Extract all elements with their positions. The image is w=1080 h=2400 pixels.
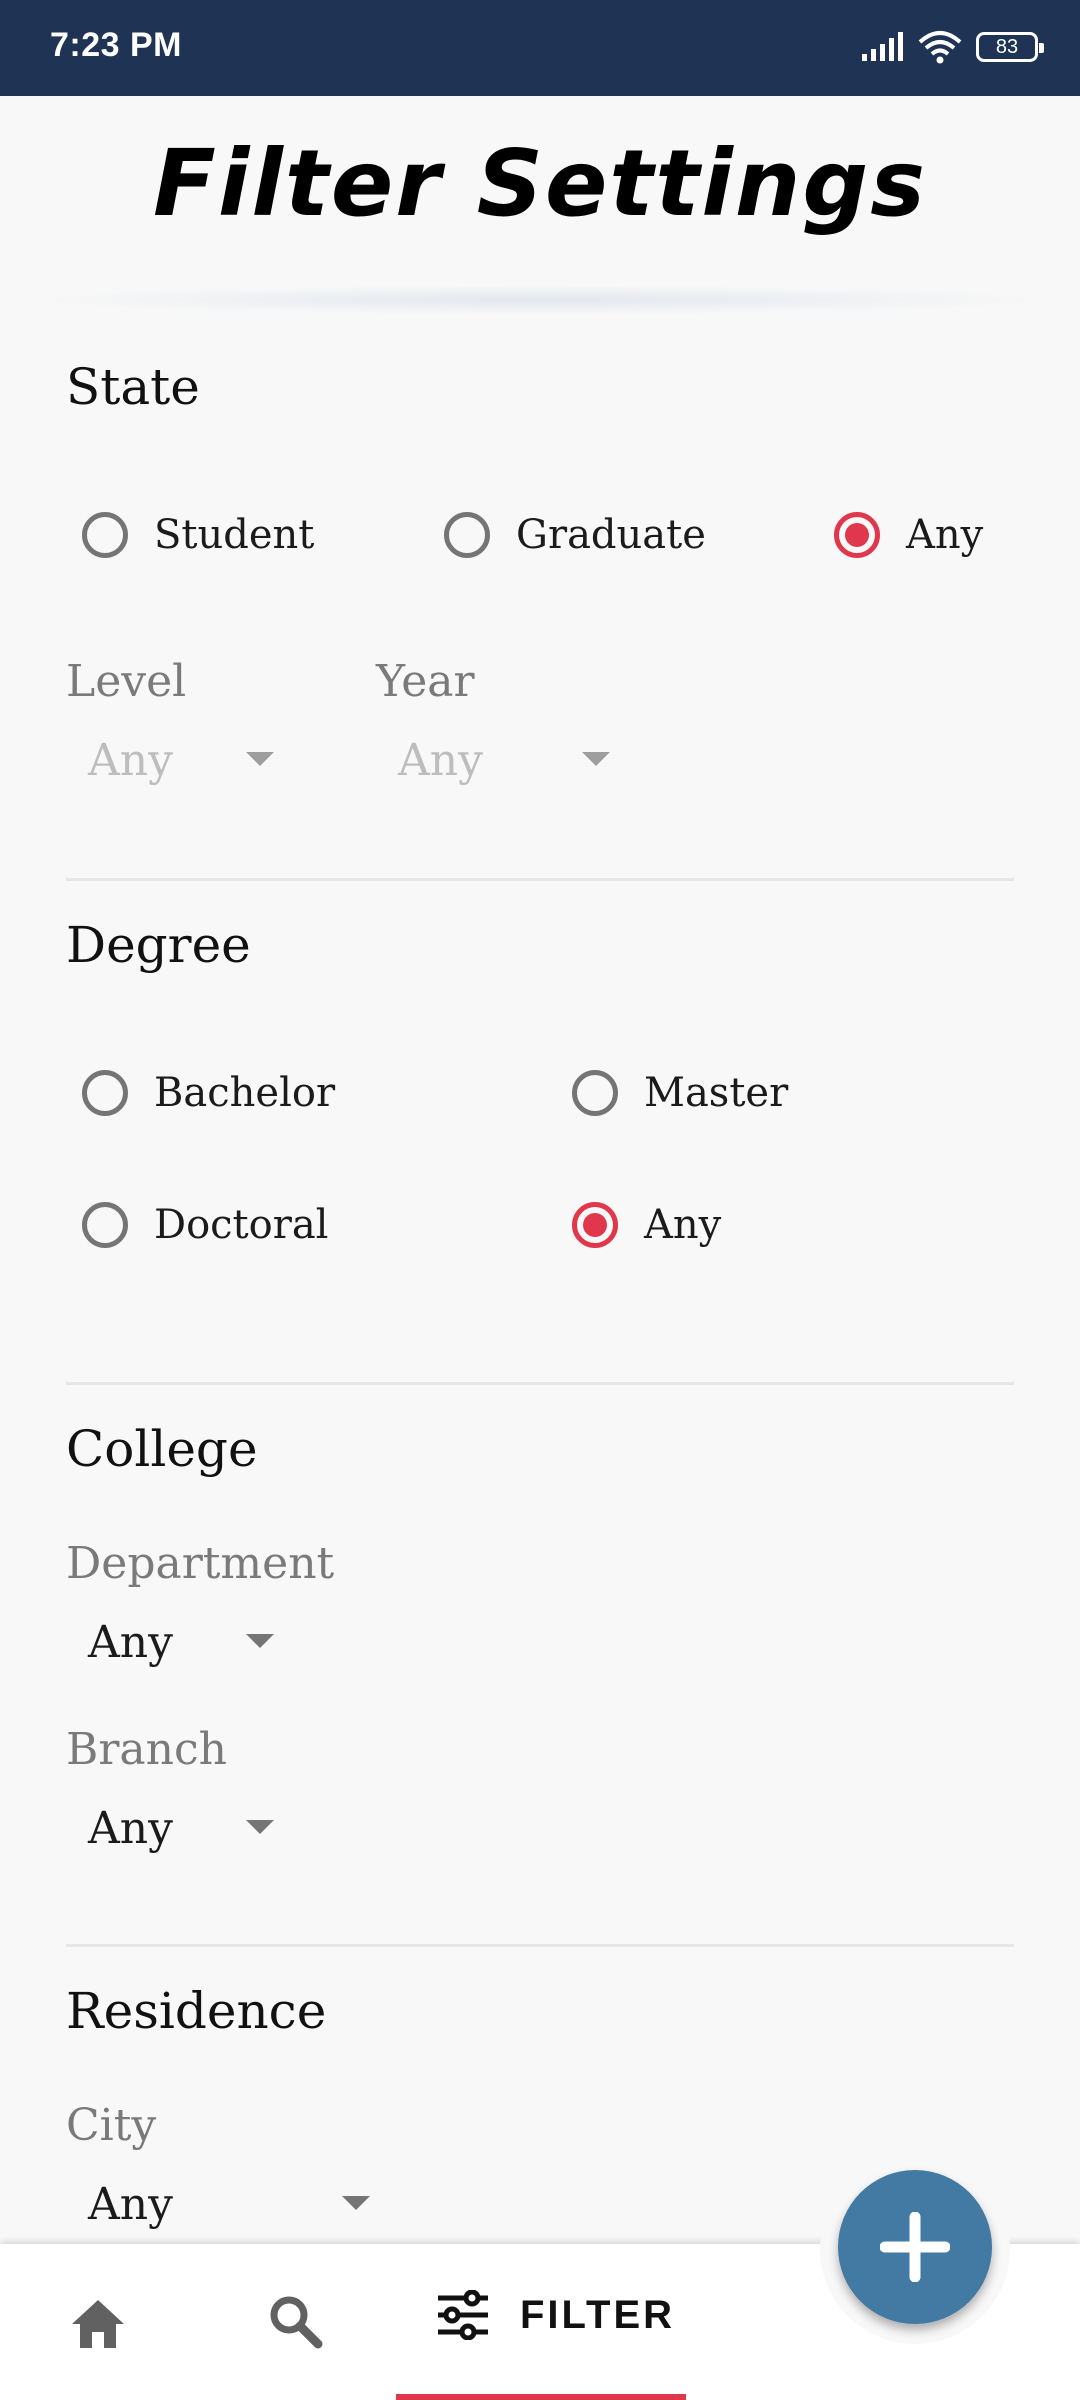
nav-search-button[interactable]: [268, 2294, 324, 2354]
radio-unchecked-icon: [82, 1070, 128, 1116]
branch-label: Branch: [66, 1724, 227, 1775]
state-section-title: State: [66, 358, 200, 416]
residence-section-title: Residence: [66, 1982, 327, 2040]
wifi-icon: [918, 31, 962, 64]
add-fab-button[interactable]: [838, 2170, 992, 2324]
section-divider: [66, 1382, 1014, 1385]
dropdown-arrow-icon: [246, 752, 274, 766]
branch-value: Any: [88, 1802, 173, 1854]
radio-label: Any: [906, 512, 984, 558]
plus-icon: [880, 2212, 950, 2282]
title-divider-shadow: [30, 285, 1050, 315]
degree-radio-bachelor[interactable]: Bachelor: [82, 1070, 335, 1116]
signal-icon: [862, 32, 903, 61]
radio-checked-icon: [572, 1202, 618, 1248]
state-radio-graduate[interactable]: Graduate: [444, 512, 706, 558]
page-title: Filter Settings: [153, 130, 927, 237]
degree-radio-any[interactable]: Any: [572, 1202, 721, 1248]
year-value: Any: [398, 734, 483, 786]
radio-unchecked-icon: [82, 512, 128, 558]
battery-level: 83: [995, 35, 1019, 58]
degree-radio-doctoral[interactable]: Doctoral: [82, 1202, 328, 1248]
dropdown-arrow-icon: [342, 2196, 370, 2210]
battery-icon: 83: [976, 32, 1044, 62]
department-label: Department: [66, 1538, 335, 1589]
branch-dropdown[interactable]: Any: [88, 1798, 288, 1858]
year-label: Year: [376, 656, 475, 707]
radio-checked-icon: [834, 512, 880, 558]
dropdown-arrow-icon: [246, 1820, 274, 1834]
dropdown-arrow-icon: [582, 752, 610, 766]
section-divider: [66, 1944, 1014, 1947]
radio-label: Master: [644, 1070, 789, 1116]
status-icons: 83: [860, 30, 1044, 64]
dropdown-arrow-icon: [246, 1634, 274, 1648]
nav-filter-label: FILTER: [520, 2292, 676, 2337]
city-dropdown[interactable]: Any: [88, 2174, 388, 2234]
radio-label: Graduate: [516, 512, 706, 558]
radio-label: Student: [154, 512, 315, 558]
degree-radio-master[interactable]: Master: [572, 1070, 788, 1116]
radio-label: Bachelor: [154, 1070, 336, 1116]
tune-icon: [438, 2290, 488, 2340]
state-radio-student[interactable]: Student: [82, 512, 314, 558]
radio-label: Doctoral: [154, 1202, 329, 1248]
level-label: Level: [66, 656, 187, 707]
level-value: Any: [88, 734, 173, 786]
level-dropdown[interactable]: Any: [88, 730, 288, 790]
active-tab-indicator: [396, 2394, 686, 2400]
radio-unchecked-icon: [444, 512, 490, 558]
college-section-title: College: [66, 1420, 258, 1478]
degree-section-title: Degree: [66, 916, 251, 974]
status-time: 7:23 PM: [50, 26, 182, 64]
nav-home-button[interactable]: [70, 2298, 126, 2354]
year-dropdown[interactable]: Any: [398, 730, 628, 790]
status-bar: 7:23 PM 83: [0, 0, 1080, 96]
city-value: Any: [88, 2178, 173, 2230]
section-divider: [66, 878, 1014, 881]
city-label: City: [66, 2100, 157, 2151]
radio-unchecked-icon: [82, 1202, 128, 1248]
radio-label: Any: [644, 1202, 722, 1248]
department-dropdown[interactable]: Any: [88, 1612, 288, 1672]
nav-filter-button[interactable]: FILTER: [436, 2290, 675, 2340]
department-value: Any: [88, 1616, 173, 1668]
home-icon: [72, 2300, 124, 2348]
state-radio-any[interactable]: Any: [834, 512, 983, 558]
search-icon: [270, 2296, 323, 2349]
radio-unchecked-icon: [572, 1070, 618, 1116]
